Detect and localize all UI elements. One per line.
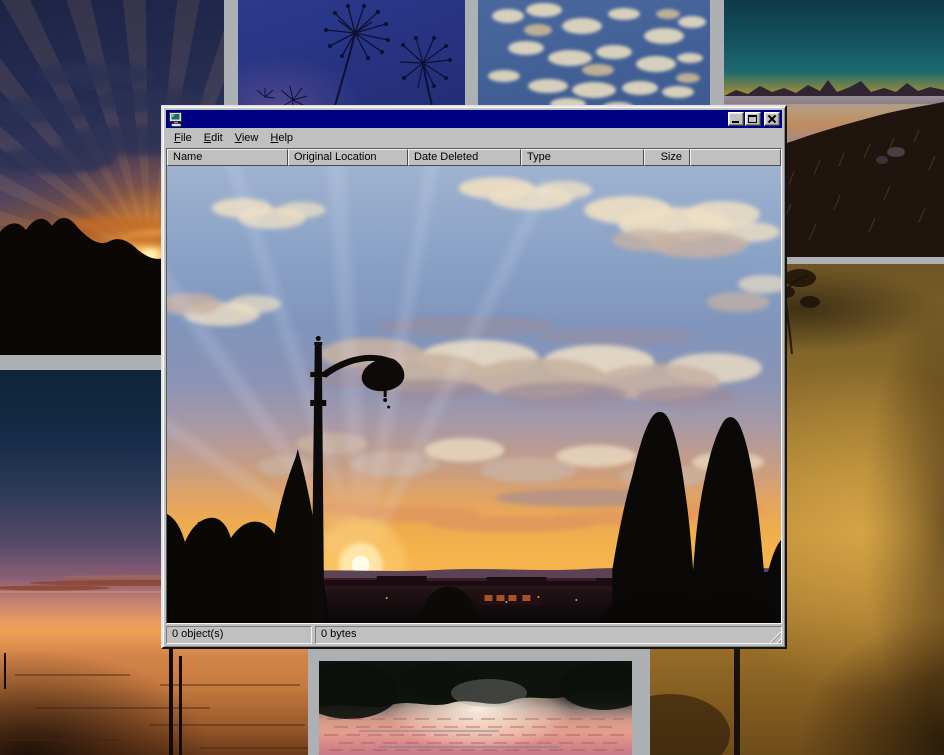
column-header-blank[interactable]	[690, 149, 781, 166]
column-header-original-location[interactable]: Original Location	[288, 149, 408, 166]
column-headers: Name Original Location Date Deleted Type…	[167, 149, 781, 166]
recycle-bin-window: File Edit View Help Name Original Locati…	[161, 105, 787, 649]
menu-view[interactable]: View	[229, 130, 265, 146]
column-header-type[interactable]: Type	[521, 149, 644, 166]
column-header-date-deleted[interactable]: Date Deleted	[408, 149, 521, 166]
menu-bar: File Edit View Help	[166, 128, 782, 148]
resize-grip[interactable]	[768, 630, 781, 643]
maximize-button[interactable]	[745, 112, 761, 126]
list-view-content[interactable]	[167, 166, 781, 623]
close-button[interactable]	[764, 112, 780, 126]
menu-edit[interactable]: Edit	[198, 130, 229, 146]
window-content-photo-sunset-lamp	[167, 166, 781, 623]
status-object-count: 0 object(s)	[166, 626, 312, 644]
forest-reflection	[319, 661, 632, 755]
close-icon	[768, 115, 776, 123]
minimize-button[interactable]	[728, 112, 744, 126]
menu-file[interactable]: File	[168, 130, 198, 146]
wallpaper-photo-water-reflection	[319, 661, 632, 755]
column-header-size[interactable]: Size	[644, 149, 690, 166]
maximize-icon	[748, 115, 757, 123]
computer-window-icon	[168, 112, 184, 127]
titlebar[interactable]	[166, 110, 782, 128]
minimize-icon	[732, 121, 739, 123]
menu-help[interactable]: Help	[264, 130, 299, 146]
list-view: Name Original Location Date Deleted Type…	[166, 148, 782, 624]
status-size: 0 bytes	[315, 626, 782, 644]
desktop: { "window": { "title": "", "icon": "comp…	[0, 0, 944, 755]
status-bar: 0 object(s) 0 bytes	[166, 626, 782, 644]
column-header-name[interactable]: Name	[167, 149, 288, 166]
